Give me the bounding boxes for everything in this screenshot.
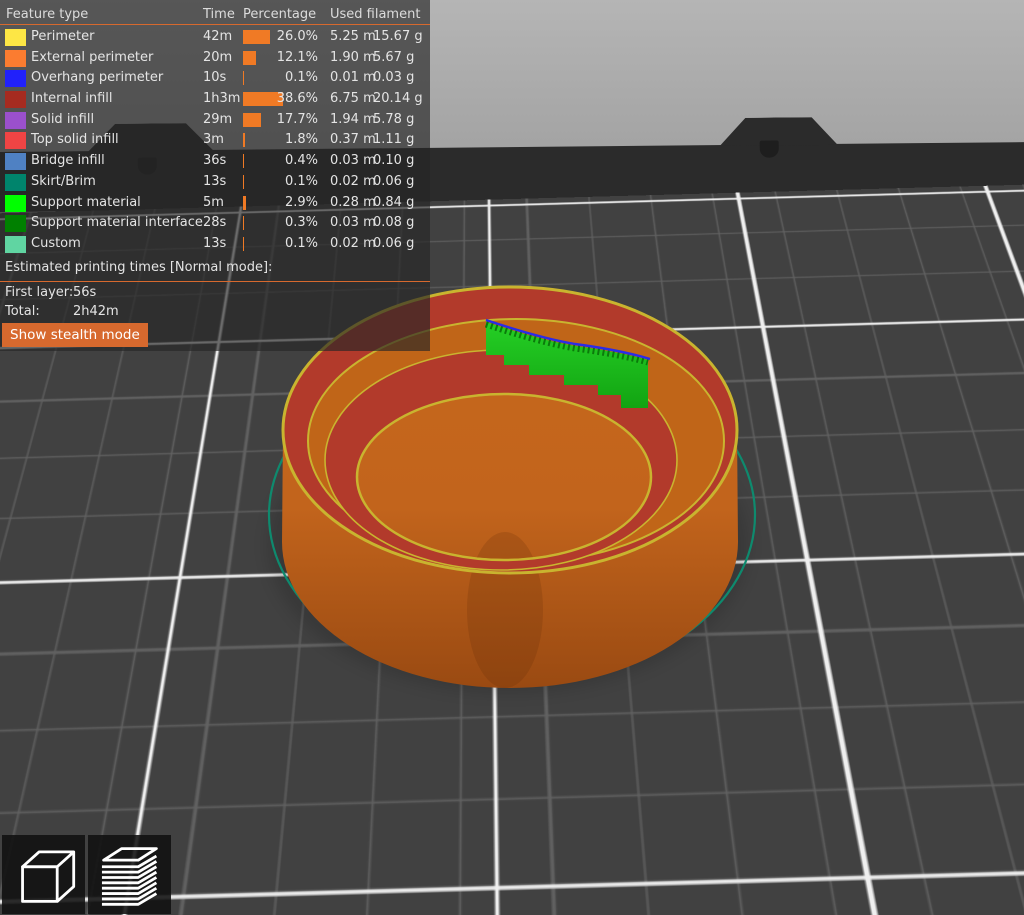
view-layers-preview-button[interactable] (88, 835, 171, 914)
feature-percentage: 38.6% (243, 89, 318, 110)
feature-filament-length: 0.03 m (330, 213, 376, 234)
feature-label: Solid infill (31, 110, 94, 131)
feature-filament-length: 0.02 m (330, 234, 376, 255)
feature-time: 42m (203, 27, 232, 48)
feature-color-swatch (5, 215, 26, 232)
feature-label: Support material interface (31, 213, 203, 234)
feature-time: 20m (203, 48, 232, 69)
total-time-label: Total: (5, 304, 40, 319)
feature-filament-length: 5.25 m (330, 27, 376, 48)
feature-time: 1h3m (203, 89, 240, 110)
feature-label: Skirt/Brim (31, 172, 96, 193)
show-stealth-mode-button[interactable]: Show stealth mode (2, 323, 148, 347)
feature-filament-weight: 1.11 g (373, 130, 414, 151)
feature-label: Perimeter (31, 27, 94, 48)
feature-filament-weight: 0.84 g (373, 193, 414, 214)
legend-row: Top solid infill 3m 1.8% 0.37 m 1.11 g (0, 130, 430, 151)
feature-color-swatch (5, 174, 26, 191)
header-time: Time (203, 7, 235, 22)
feature-filament-length: 0.28 m (330, 193, 376, 214)
first-layer-value: 56s (73, 285, 96, 300)
legend-row: Internal infill 1h3m 38.6% 6.75 m 20.14 … (0, 89, 430, 110)
feature-filament-length: 1.94 m (330, 110, 376, 131)
feature-percentage: 2.9% (243, 193, 318, 214)
feature-color-swatch (5, 91, 26, 108)
feature-filament-weight: 5.67 g (373, 48, 414, 69)
legend-row: External perimeter 20m 12.1% 1.90 m 5.67… (0, 48, 430, 69)
bed-clip-right-knob (760, 140, 779, 157)
feature-color-swatch (5, 195, 26, 212)
feature-color-swatch (5, 29, 26, 46)
estimated-times-header: Estimated printing times [Normal mode]: (5, 260, 272, 275)
legend-row: Custom 13s 0.1% 0.02 m 0.06 g (0, 234, 430, 255)
feature-label: External perimeter (31, 48, 153, 69)
feature-percentage: 26.0% (243, 27, 318, 48)
header-feature-type: Feature type (6, 7, 88, 22)
feature-filament-length: 0.02 m (330, 172, 376, 193)
feature-label: Top solid infill (31, 130, 119, 151)
feature-time: 3m (203, 130, 224, 151)
header-percentage: Percentage (243, 7, 316, 22)
feature-time: 10s (203, 68, 226, 89)
bed-front-edge (984, 904, 1024, 915)
feature-percentage: 17.7% (243, 110, 318, 131)
legend-panel: Feature type Time Percentage Used filame… (0, 0, 430, 351)
feature-percentage: 0.4% (243, 151, 318, 172)
feature-color-swatch (5, 132, 26, 149)
first-layer-label: First layer: (5, 285, 73, 300)
feature-filament-weight: 0.06 g (373, 172, 414, 193)
feature-label: Support material (31, 193, 141, 214)
feature-percentage: 0.1% (243, 172, 318, 193)
feature-color-swatch (5, 236, 26, 253)
feature-time: 13s (203, 172, 226, 193)
feature-time: 28s (203, 213, 226, 234)
feature-filament-weight: 0.06 g (373, 234, 414, 255)
feature-filament-weight: 5.78 g (373, 110, 414, 131)
feature-filament-weight: 20.14 g (373, 89, 423, 110)
legend-row: Perimeter 42m 26.0% 5.25 m 15.67 g (0, 27, 430, 48)
feature-filament-length: 0.03 m (330, 151, 376, 172)
feature-label: Internal infill (31, 89, 113, 110)
feature-color-swatch (5, 153, 26, 170)
feature-filament-length: 0.37 m (330, 130, 376, 151)
feature-filament-weight: 0.08 g (373, 213, 414, 234)
feature-color-swatch (5, 70, 26, 87)
view-3d-editor-button[interactable] (2, 835, 85, 914)
feature-label: Custom (31, 234, 81, 255)
feature-percentage: 0.3% (243, 213, 318, 234)
feature-filament-length: 6.75 m (330, 89, 376, 110)
layers-icon (95, 842, 165, 908)
feature-filament-weight: 15.67 g (373, 27, 423, 48)
feature-filament-weight: 0.03 g (373, 68, 414, 89)
legend-row: Overhang perimeter 10s 0.1% 0.01 m 0.03 … (0, 68, 430, 89)
legend-row: Support material interface 28s 0.3% 0.03… (0, 213, 430, 234)
legend-row: Support material 5m 2.9% 0.28 m 0.84 g (0, 193, 430, 214)
feature-percentage: 12.1% (243, 48, 318, 69)
header-used-filament: Used filament (330, 7, 420, 22)
legend-rows: Perimeter 42m 26.0% 5.25 m 15.67 g Exter… (0, 27, 430, 255)
estimated-divider (0, 281, 430, 282)
feature-filament-weight: 0.10 g (373, 151, 414, 172)
feature-color-swatch (5, 50, 26, 67)
feature-percentage: 1.8% (243, 130, 318, 151)
bed-brand-subtitle: by Josef (890, 813, 1024, 851)
feature-percentage: 0.1% (243, 234, 318, 255)
feature-time: 13s (203, 234, 226, 255)
feature-label: Overhang perimeter (31, 68, 163, 89)
legend-row: Skirt/Brim 13s 0.1% 0.02 m 0.06 g (0, 172, 430, 193)
feature-time: 29m (203, 110, 232, 131)
legend-row: Solid infill 29m 17.7% 1.94 m 5.78 g (0, 110, 430, 131)
feature-label: Bridge infill (31, 151, 105, 172)
total-time-value: 2h42m (73, 304, 119, 319)
legend-divider (0, 24, 430, 25)
feature-filament-length: 0.01 m (330, 68, 376, 89)
feature-time: 36s (203, 151, 226, 172)
feature-filament-length: 1.90 m (330, 48, 376, 69)
cube-icon (9, 842, 79, 908)
slicer-preview-viewport: ORIGINAL PRUSA i3 M by Josef (0, 0, 1024, 915)
feature-color-swatch (5, 112, 26, 129)
legend-row: Bridge infill 36s 0.4% 0.03 m 0.10 g (0, 151, 430, 172)
feature-time: 5m (203, 193, 224, 214)
feature-percentage: 0.1% (243, 68, 318, 89)
